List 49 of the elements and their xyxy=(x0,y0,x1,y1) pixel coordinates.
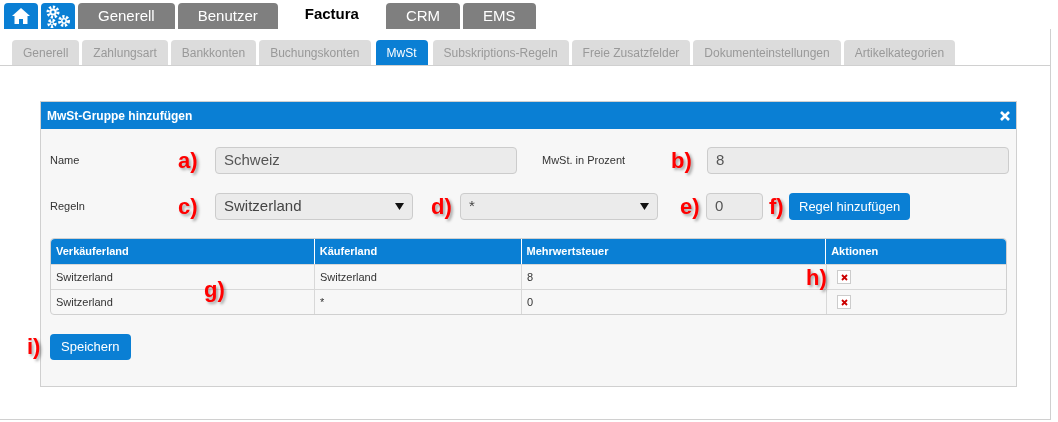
delete-button[interactable] xyxy=(837,295,851,309)
close-icon xyxy=(840,273,848,281)
select-field[interactable]: * xyxy=(460,193,658,220)
annotation-label: a) xyxy=(178,149,199,172)
annotation-label: f) xyxy=(769,195,785,218)
table-cell: 0 xyxy=(522,290,827,314)
main-tab[interactable]: EMS xyxy=(463,3,536,29)
table-cell: * xyxy=(315,290,522,314)
field-label: Name xyxy=(50,153,81,169)
save-button[interactable]: Speichern xyxy=(50,334,131,360)
close-icon xyxy=(840,298,848,306)
sub-tab[interactable]: MwSt xyxy=(375,40,428,65)
field-label: MwSt. in Prozent xyxy=(542,153,627,169)
home-icon xyxy=(12,8,30,24)
annotation-label: d) xyxy=(431,195,453,218)
close-icon[interactable] xyxy=(1000,110,1010,121)
field-label: Regeln xyxy=(50,199,86,215)
main-tab[interactable]: Generell xyxy=(78,3,175,29)
sub-tab[interactable]: Bankkonten xyxy=(170,40,257,65)
column-header: Verkäuferland xyxy=(51,239,315,264)
main-tab[interactable]: Benutzer xyxy=(177,3,278,29)
sub-tab[interactable]: Subskriptions-Regeln xyxy=(432,40,569,65)
sub-tab[interactable]: Freie Zusatzfelder xyxy=(571,40,691,65)
home-button[interactable] xyxy=(4,3,38,29)
dropdown-caret-icon xyxy=(640,203,649,210)
sub-tab[interactable]: Dokumenteinstellungen xyxy=(693,40,841,65)
table-cell: Switzerland xyxy=(315,265,522,289)
column-header: Käuferland xyxy=(314,239,522,264)
annotation-label: b) xyxy=(671,149,693,172)
annotation-label: e) xyxy=(680,195,701,218)
dropdown-caret-icon xyxy=(395,203,404,210)
name-field[interactable]: Schweiz xyxy=(215,147,517,174)
add-rule-button[interactable]: Regel hinzufügen xyxy=(789,193,911,220)
dialog-title: MwSt-Gruppe hinzufügen xyxy=(47,107,193,125)
annotation-label: c) xyxy=(178,195,199,218)
select-field[interactable]: Switzerland xyxy=(215,193,413,220)
sub-tab[interactable]: Buchungskonten xyxy=(259,40,371,65)
sub-tab[interactable]: Artikelkategorien xyxy=(843,40,956,65)
rate-field[interactable]: 0 xyxy=(706,193,763,220)
column-header: Aktionen xyxy=(830,244,880,260)
sub-tab[interactable]: Zahlungsart xyxy=(82,40,168,65)
delete-button[interactable] xyxy=(837,270,851,284)
annotation-label: i) xyxy=(27,336,42,358)
percent-field[interactable]: 8 xyxy=(707,147,1009,174)
column-header: Mehrwertsteuer xyxy=(521,239,827,264)
annotation-label: h) xyxy=(806,267,827,289)
sub-tab[interactable]: Generell xyxy=(12,40,80,65)
main-tab[interactable]: CRM xyxy=(385,3,461,29)
settings-button[interactable] xyxy=(41,3,75,29)
